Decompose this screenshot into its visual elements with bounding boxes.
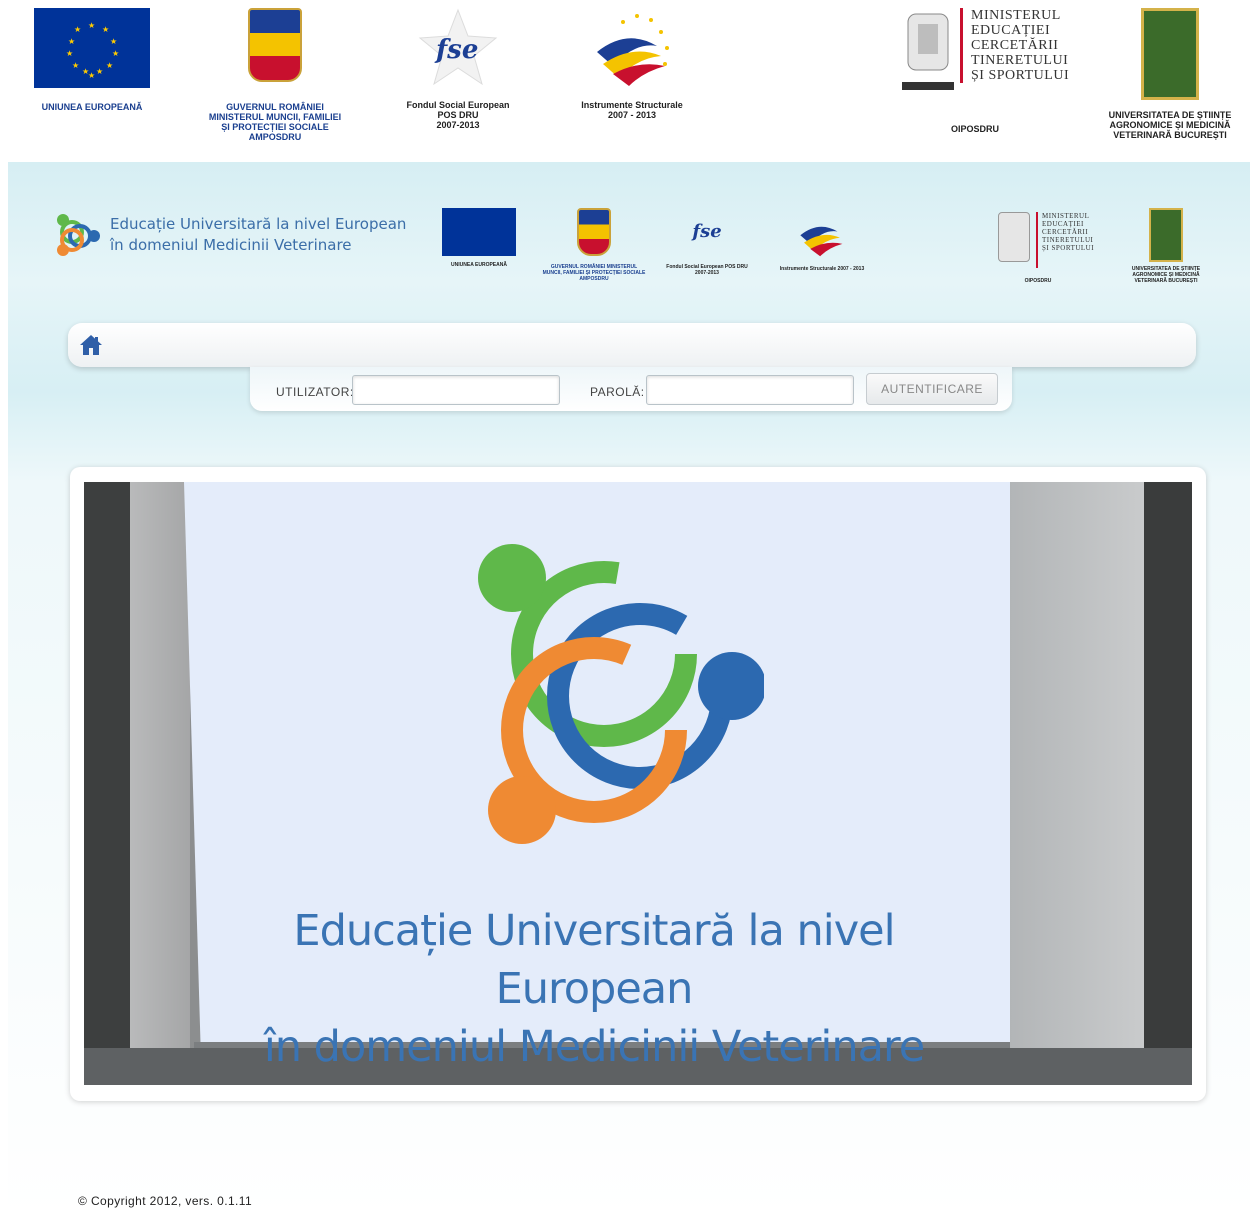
fse-caption: Fondul Social European POS DRU 2007-2013 — [406, 100, 510, 130]
portal-page: Educație Universitară la nivel European … — [8, 162, 1250, 1217]
banner-title: Educație Universitară la nivel European … — [263, 906, 925, 1072]
eu-flag-icon: ★ ★ ★ ★ ★ ★ ★ ★ ★ ★ ★ ★ — [34, 8, 150, 88]
ministry-name: MINISTERUL EDUCAȚIEI CERCETĂRII TINERETU… — [960, 8, 1069, 83]
svg-text:fse: fse — [434, 35, 478, 65]
password-input[interactable] — [646, 375, 854, 405]
eu-caption: UNIUNEA EUROPEANĂ — [41, 102, 143, 112]
project-rings-logo-icon — [478, 544, 764, 844]
password-label: PAROLĂ: — [590, 385, 645, 399]
portal-title: Educație Universitară la nivel European … — [110, 215, 407, 254]
romania-coat-of-arms-icon — [248, 8, 302, 82]
instrumente-structurale-logo: Instrumente Structurale 2007 - 2013 — [562, 8, 702, 120]
username-label: UTILIZATOR: — [276, 385, 354, 399]
fse-logo: fse Fondul Social European POS DRU 2007-… — [392, 8, 524, 130]
usamv-caption: UNIVERSITATEA DE ȘTIINȚE AGRONOMICE ȘI M… — [1108, 110, 1232, 140]
photo-frame: Educație Universitară la nivel European … — [70, 467, 1206, 1101]
header-government-logo: GUVERNUL ROMÂNIEI MINISTERUL MUNCII, FAM… — [542, 208, 646, 282]
header-eu-logo: UNIUNEA EUROPEANĂ — [438, 208, 520, 268]
copyright-text: © Copyright 2012, vers. 0.1.11 — [78, 1194, 253, 1208]
header-fse-logo: fse Fondul Social European POS DRU 2007-… — [664, 212, 750, 276]
project-rings-logo-icon — [57, 214, 100, 256]
wall-left — [84, 482, 130, 1085]
username-input[interactable] — [352, 375, 560, 405]
instrumente-caption: Instrumente Structurale 2007 - 2013 — [581, 100, 683, 120]
usamv-logo: UNIVERSITATEA DE ȘTIINȚE AGRONOMICE ȘI M… — [1094, 8, 1246, 140]
login-form: UTILIZATOR: PAROLĂ: AUTENTIFICARE — [250, 367, 1012, 411]
ministry-crest-icon — [998, 212, 1030, 262]
fse-logo-icon: fse — [692, 221, 722, 242]
instrumente-structurale-icon — [800, 226, 843, 257]
wall-right — [1144, 482, 1192, 1085]
header-instrumente-logo: Instrumente Structurale 2007 - 2013 — [778, 208, 866, 272]
sponsor-banner: ★ ★ ★ ★ ★ ★ ★ ★ ★ ★ ★ ★ UNIUNEA EUROPEANĂ GUVERN… — [0, 0, 1250, 160]
nav-bar — [68, 323, 1196, 367]
romania-coat-of-arms-icon — [577, 208, 611, 256]
government-logo: GUVERNUL ROMÂNIEI MINISTERUL MUNCII, FAM… — [190, 8, 360, 142]
government-caption: GUVERNUL ROMÂNIEI MINISTERUL MUNCII, FAM… — [208, 102, 342, 142]
oiposdru-caption: OIPOSDRU — [950, 124, 999, 134]
header-usamv-logo: UNIVERSITATEA DE ȘTIINȚE AGRONOMICE ȘI M… — [1118, 208, 1214, 284]
fse-logo-icon: fse — [418, 8, 498, 86]
eu-flag-icon — [442, 208, 516, 256]
ministry-logo: MINISTERUL EDUCAȚIEI CERCETĂRII TINERETU… — [900, 8, 1070, 134]
ministry-crest-icon — [902, 13, 954, 90]
usamv-crest-icon — [1141, 8, 1199, 100]
eu-logo: ★ ★ ★ ★ ★ ★ ★ ★ ★ ★ ★ ★ UNIUNEA EUROPEANĂ — [30, 8, 154, 112]
header-ministry-logo: MINISTERUL EDUCAȚIEI CERCETĂRII TINERETU… — [998, 212, 1102, 284]
home-icon[interactable] — [78, 332, 104, 358]
login-button[interactable]: AUTENTIFICARE — [866, 373, 998, 405]
usamv-crest-icon — [1149, 208, 1183, 262]
wall-left-panel — [130, 482, 190, 1085]
instrumente-structurale-icon — [597, 14, 669, 86]
banner-photo: Educație Universitară la nivel European … — [84, 482, 1192, 1085]
